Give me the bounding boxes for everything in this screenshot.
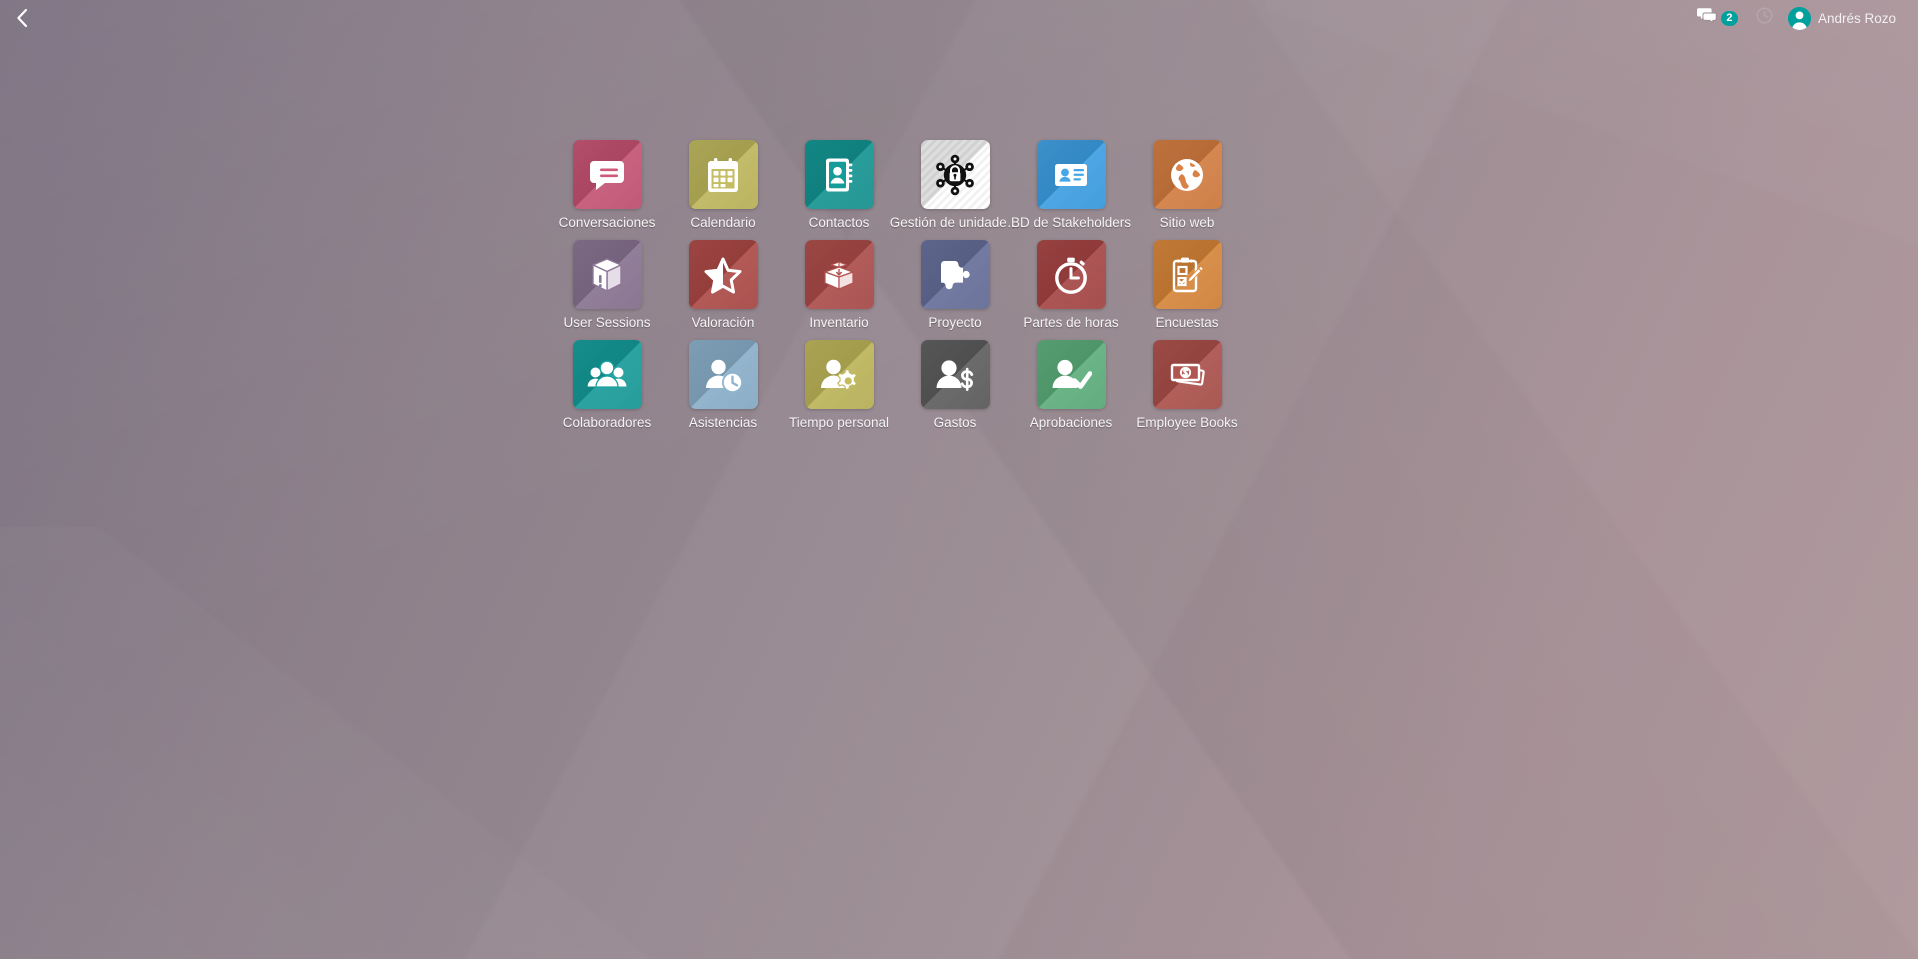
clipboard-pencil-icon[interactable]: [1152, 240, 1222, 309]
id-card-icon[interactable]: [1036, 140, 1106, 209]
app-tile[interactable]: BD de Stakeholders: [1010, 140, 1132, 240]
app-label: Gestión de unidade…: [889, 215, 1021, 230]
app-tile[interactable]: Conversaciones: [549, 140, 665, 240]
box-alert-icon[interactable]: [572, 240, 642, 309]
app-tile[interactable]: Inventario: [781, 240, 897, 340]
app-tile[interactable]: Sitio web: [1129, 140, 1245, 240]
app-label: Contactos: [808, 215, 870, 230]
calendar-icon[interactable]: [688, 140, 758, 209]
app-label: Asistencias: [688, 415, 758, 430]
app-tile[interactable]: Gastos: [897, 340, 1013, 440]
app-label: Inventario: [809, 315, 869, 330]
speech-bubble-icon[interactable]: [572, 140, 642, 209]
person-clock-icon[interactable]: [688, 340, 758, 409]
app-label: Encuestas: [1155, 315, 1219, 330]
network-lock-icon[interactable]: [920, 140, 990, 209]
apps-container: Conversaciones Calendario Contactos Gest…: [549, 140, 1369, 440]
app-label: Aprobaciones: [1029, 415, 1113, 430]
app-label: Partes de horas: [1023, 315, 1119, 330]
messages-count-badge: 2: [1720, 10, 1738, 26]
top-bar: 2 Andrés Rozo: [0, 0, 1918, 36]
app-grid: Conversaciones Calendario Contactos Gest…: [549, 140, 1369, 440]
app-tile[interactable]: Asistencias: [665, 340, 781, 440]
app-tile[interactable]: Tiempo personal: [781, 340, 897, 440]
half-star-icon[interactable]: [688, 240, 758, 309]
globe-icon[interactable]: [1152, 140, 1222, 209]
app-tile[interactable]: Aprobaciones: [1013, 340, 1129, 440]
app-tile[interactable]: Gestión de unidade…: [890, 140, 1020, 240]
app-tile[interactable]: Calendario: [665, 140, 781, 240]
top-bar-right: 2 Andrés Rozo: [1687, 0, 1918, 36]
app-tile[interactable]: User Sessions: [549, 240, 665, 340]
app-label: Calendario: [690, 215, 756, 230]
app-tile[interactable]: Colaboradores: [549, 340, 665, 440]
app-tile[interactable]: Contactos: [781, 140, 897, 240]
person-gear-icon[interactable]: [804, 340, 874, 409]
app-label: Employee Books: [1136, 415, 1238, 430]
user-menu[interactable]: Andrés Rozo: [1782, 0, 1906, 36]
app-tile[interactable]: Employee Books: [1129, 340, 1245, 440]
user-avatar-icon: [1787, 6, 1811, 30]
app-tile[interactable]: Encuestas: [1129, 240, 1245, 340]
open-box-icon[interactable]: [804, 240, 874, 309]
puzzle-piece-icon[interactable]: [920, 240, 990, 309]
people-group-icon[interactable]: [572, 340, 642, 409]
app-label: Tiempo personal: [788, 415, 890, 430]
stopwatch-icon[interactable]: [1036, 240, 1106, 309]
app-label: BD de Stakeholders: [1010, 215, 1132, 230]
person-check-icon[interactable]: [1036, 340, 1106, 409]
person-dollar-icon[interactable]: [920, 340, 990, 409]
user-name-label: Andrés Rozo: [1817, 10, 1896, 26]
app-label: Sitio web: [1159, 215, 1215, 230]
app-label: Valoración: [691, 315, 755, 330]
app-label: User Sessions: [563, 315, 651, 330]
messages-icon: [1696, 7, 1718, 29]
app-label: Gastos: [933, 415, 977, 430]
app-tile[interactable]: Proyecto: [897, 240, 1013, 340]
back-button[interactable]: [0, 0, 44, 36]
money-bills-icon[interactable]: [1152, 340, 1222, 409]
app-tile[interactable]: Partes de horas: [1013, 240, 1129, 340]
background-facet-c: [0, 527, 1151, 959]
address-book-icon[interactable]: [804, 140, 874, 209]
app-label: Conversaciones: [558, 215, 656, 230]
app-label: Colaboradores: [562, 415, 652, 430]
messages-button[interactable]: 2: [1687, 0, 1747, 36]
activity-button[interactable]: [1747, 0, 1782, 36]
app-tile[interactable]: Valoración: [665, 240, 781, 340]
app-label: Proyecto: [928, 315, 982, 330]
clock-icon: [1756, 7, 1773, 29]
chevron-left-icon: [15, 8, 29, 28]
